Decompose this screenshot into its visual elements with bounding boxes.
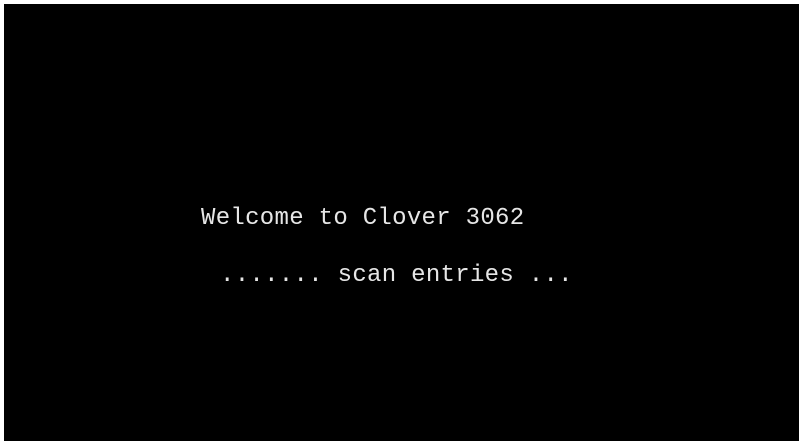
welcome-message: Welcome to Clover 3062 bbox=[201, 205, 525, 232]
scan-status-message: ....... scan entries ... bbox=[220, 262, 573, 289]
boot-screen: Welcome to Clover 3062 ....... scan entr… bbox=[4, 4, 799, 441]
